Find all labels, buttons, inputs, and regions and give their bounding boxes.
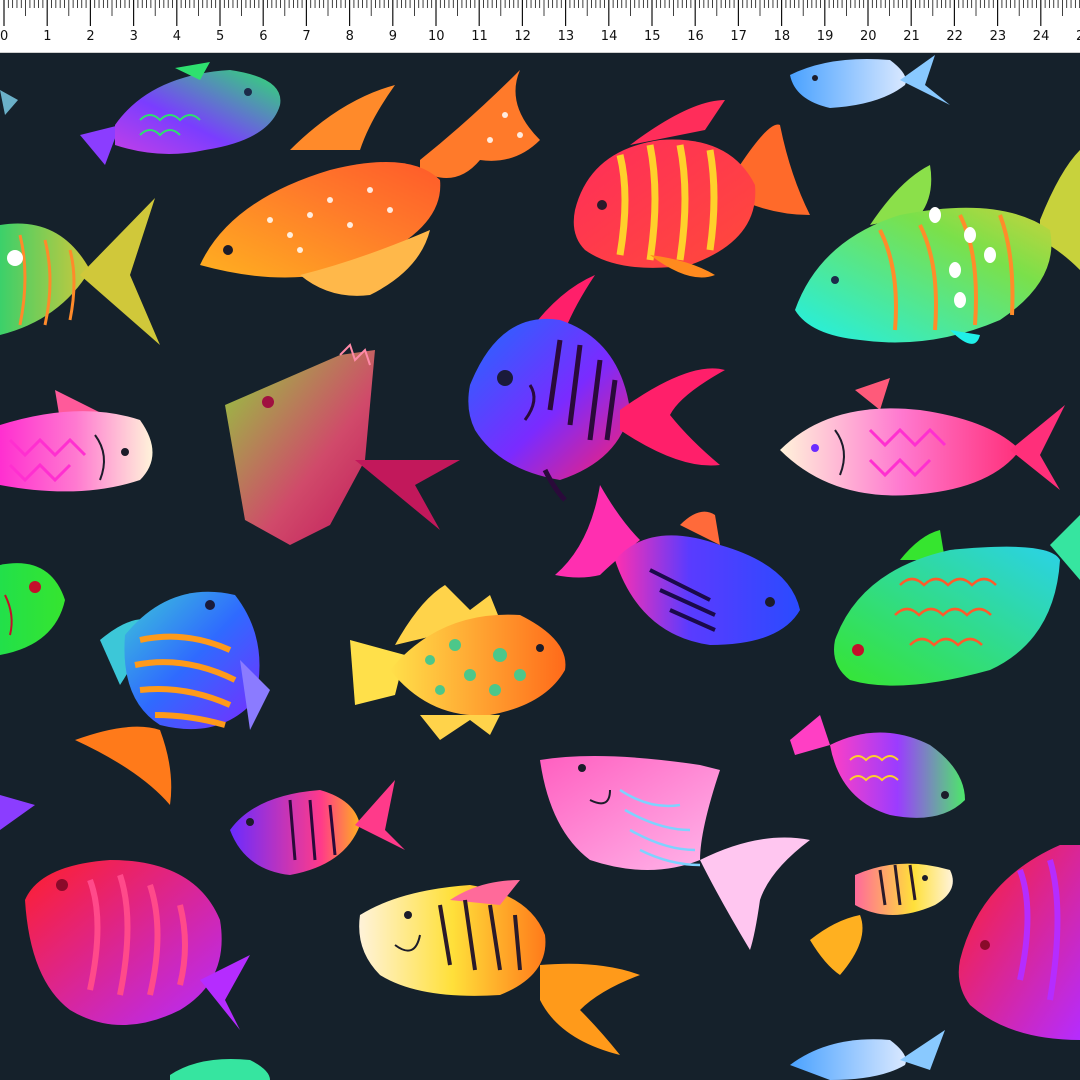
fish-orange-spotted bbox=[350, 585, 566, 740]
ruler-label: 10 bbox=[428, 29, 445, 44]
fish-green-bottom-left bbox=[170, 1059, 270, 1080]
ruler-label: 14 bbox=[600, 29, 618, 44]
fish-pattern-svg bbox=[0, 55, 1080, 1080]
fish-green-red-left bbox=[0, 563, 65, 655]
ruler-label: 21 bbox=[903, 29, 920, 44]
fish-blue-orange-striped bbox=[75, 591, 270, 805]
ruler-ticks bbox=[3, 0, 1080, 26]
fish-blue-white-bottom bbox=[790, 1030, 960, 1080]
ruler-label: 0 bbox=[0, 29, 9, 44]
ruler-label: 22 bbox=[946, 29, 963, 44]
ruler-label: 9 bbox=[388, 29, 398, 44]
fish-lime-striped-edge bbox=[0, 198, 160, 345]
ruler-label: 20 bbox=[860, 29, 877, 44]
fish-pattern-canvas: 0 1 2 3 4 5 6 7 8 9 10 11 12 13 14 15 16 17 18 19 20 21 22 23 24… bbox=[0, 0, 1080, 1080]
fish-green-cyan-scales bbox=[834, 515, 1080, 686]
ruler-label: 24 bbox=[1032, 29, 1050, 44]
fish-cream-zigzag-left bbox=[0, 390, 153, 492]
fish-olive-boxfish bbox=[225, 343, 460, 545]
ruler-label: 23 bbox=[989, 29, 1007, 44]
ruler-label: 15 bbox=[644, 29, 661, 44]
ruler-label: 4 bbox=[172, 29, 182, 44]
ruler-label: 7 bbox=[302, 29, 311, 44]
measurement-ruler: 0 1 2 3 4 5 6 7 8 9 10 11 12 13 14 15 16 17 18 19 20 21 22 23 24… bbox=[0, 0, 1080, 53]
fish-red-striped bbox=[573, 100, 810, 278]
fish-blue-angelfish bbox=[468, 275, 725, 502]
ruler-label: 25 bbox=[1076, 30, 1080, 43]
fish-purple-green-small bbox=[790, 715, 965, 818]
ruler-label: 12 bbox=[514, 29, 531, 44]
fish-pink-lavender bbox=[540, 756, 810, 950]
fish-cream-zigzag-right bbox=[780, 378, 1065, 496]
ruler-label: 19 bbox=[816, 29, 834, 44]
ruler-label: 1 bbox=[43, 29, 52, 44]
ruler-label: 16 bbox=[687, 29, 704, 44]
fish-yellow-small-zebra bbox=[810, 863, 953, 975]
ruler-label: 17 bbox=[730, 29, 747, 44]
fish-blue-pink-tail bbox=[555, 485, 800, 645]
fish-blue-white-top bbox=[790, 55, 950, 108]
fish-cream-yellow-zebra bbox=[359, 880, 640, 1055]
fish-layer bbox=[0, 0, 1080, 1080]
ruler-label: 3 bbox=[129, 29, 138, 44]
ruler-label: 8 bbox=[345, 29, 354, 44]
ruler-label: 18 bbox=[773, 29, 791, 44]
fish-purple-orange-small bbox=[230, 780, 405, 875]
ruler-label: 6 bbox=[259, 29, 268, 44]
fish-red-edge-right bbox=[958, 845, 1080, 1040]
ruler-label: 11 bbox=[471, 29, 488, 44]
ruler-label: 13 bbox=[557, 29, 575, 44]
ruler-label: 2 bbox=[86, 29, 95, 44]
fish-green-purple-scales bbox=[80, 62, 281, 165]
fish-cyan-spotted bbox=[795, 150, 1080, 344]
fish-red-purple-striped bbox=[25, 860, 250, 1030]
ruler-label: 5 bbox=[216, 29, 225, 44]
